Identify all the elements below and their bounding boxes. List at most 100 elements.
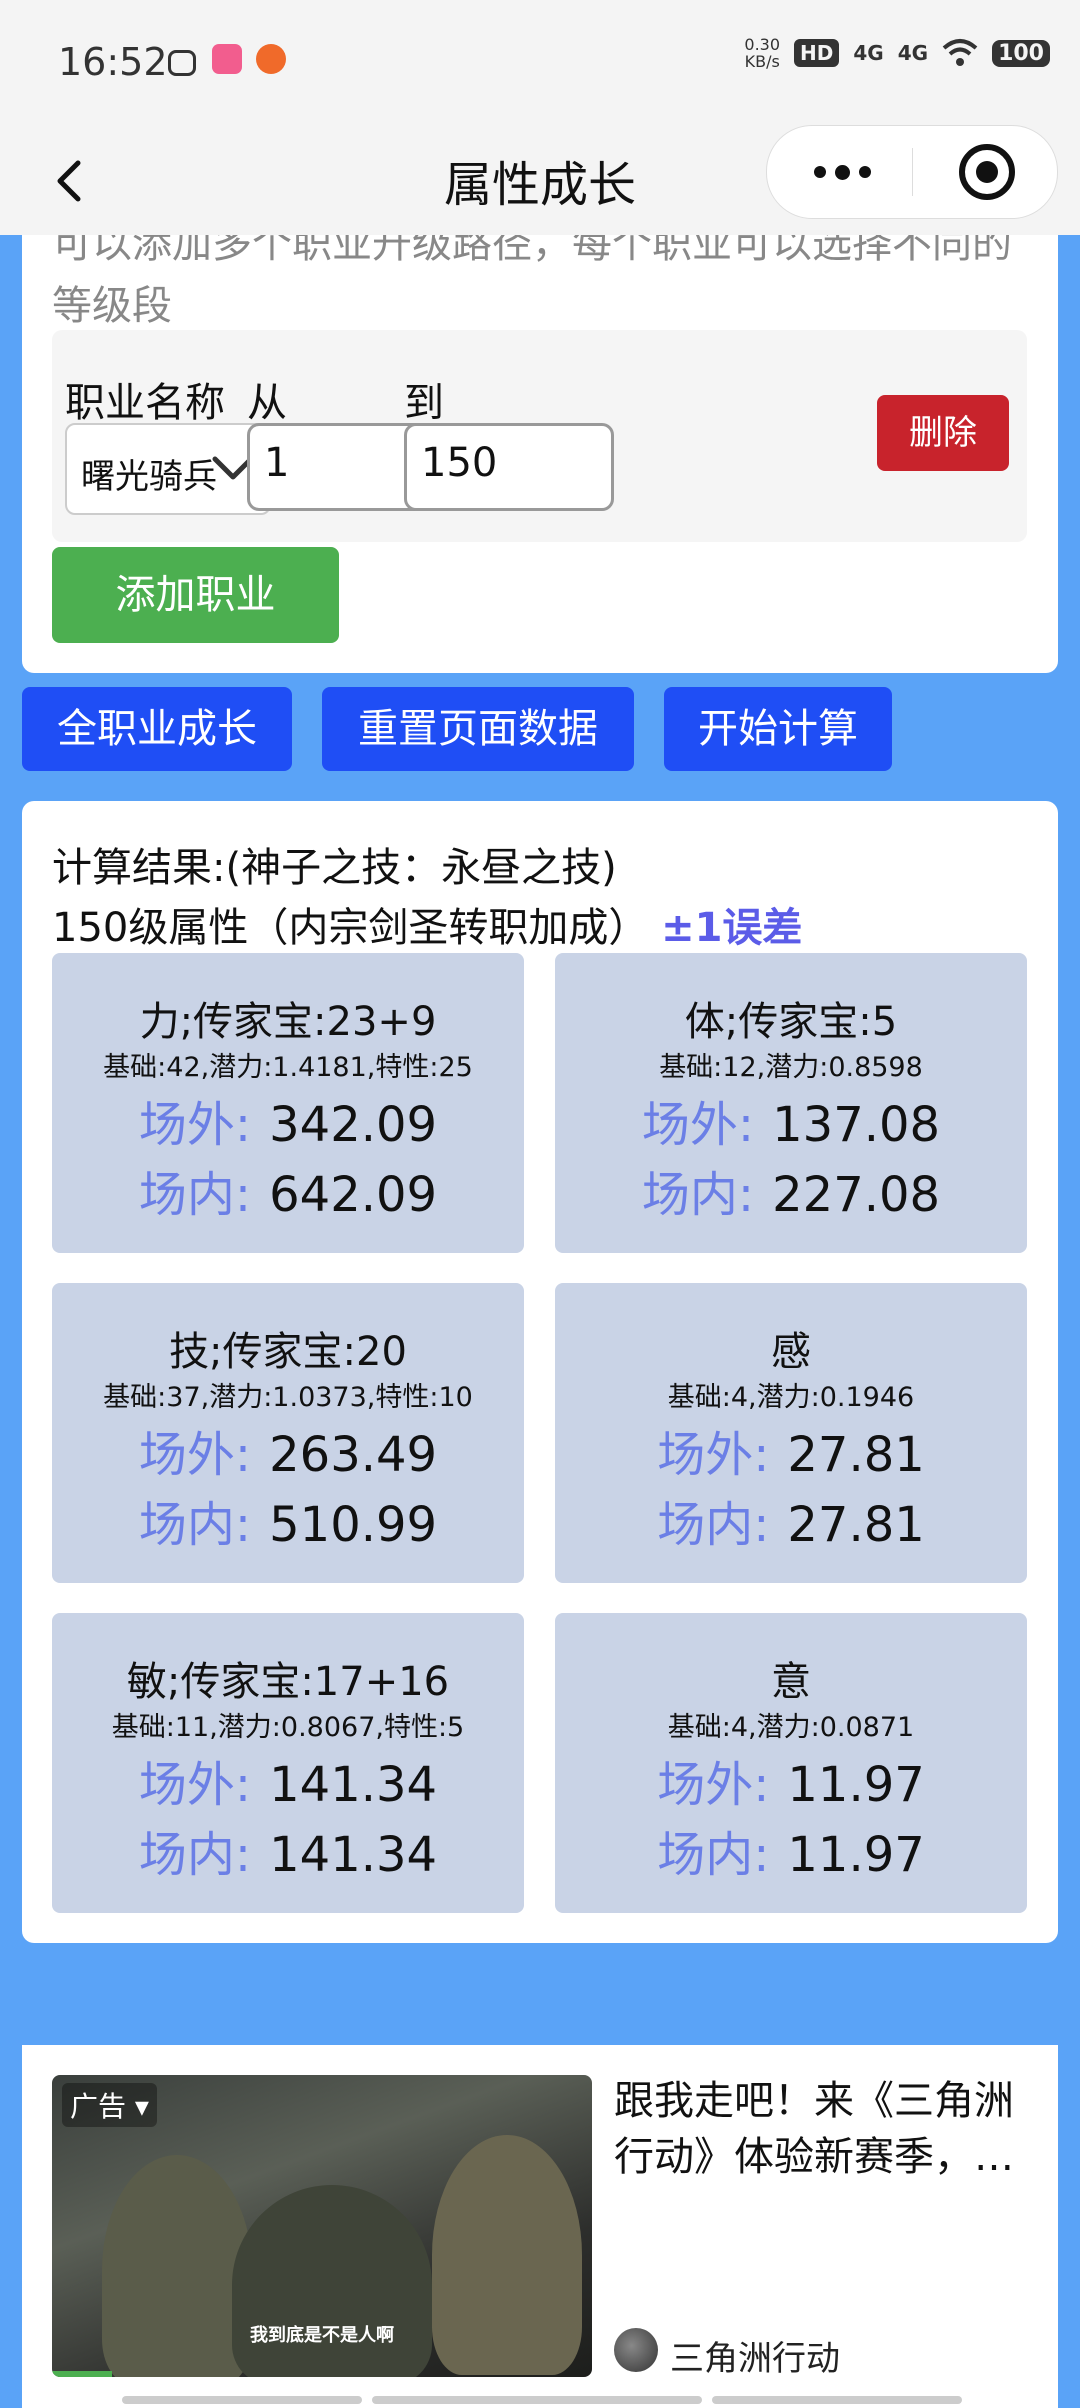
hd-icon: HD — [794, 39, 840, 67]
career-form-card: 可以添加多个职业升级路径，每个职业可以选择不同的等级段 职业名称 从 到 曙光骑… — [22, 235, 1058, 673]
stat-name: 技;传家宝:20 — [169, 1329, 407, 1375]
inside-label: 场内: — [657, 1497, 770, 1553]
pumpkin-app-icon — [256, 44, 286, 74]
net-speed-unit: KB/s — [744, 52, 780, 71]
inside-value: 27.81 — [787, 1497, 925, 1553]
from-label: 从 — [247, 380, 287, 426]
stat-inside: 场内: 141.34 — [52, 1815, 524, 1885]
stat-outside: 场外: 11.97 — [555, 1745, 1027, 1815]
outside-value: 27.81 — [787, 1427, 925, 1483]
stat-card-sense: 感 基础:4,潜力:0.1946 场外: 27.81 场内: 27.81 — [555, 1283, 1027, 1583]
stat-card-will: 意 基础:4,潜力:0.0871 场外: 11.97 场内: 11.97 — [555, 1613, 1027, 1913]
stat-base: 基础:12,潜力:0.8598 — [659, 1052, 923, 1083]
to-label: 到 — [404, 380, 444, 426]
capsule-divider — [912, 148, 913, 196]
stat-outside: 场外: 27.81 — [555, 1415, 1027, 1485]
stat-outside: 场外: 141.34 — [52, 1745, 524, 1815]
ad-title[interactable]: 跟我走吧！来《三角洲行动》体验新赛季，… — [614, 2073, 1044, 2185]
outside-value: 141.34 — [269, 1757, 438, 1813]
net-speed: 0.30 KB/s — [744, 36, 780, 70]
stat-inside: 场内: 11.97 — [555, 1815, 1027, 1885]
career-select[interactable]: 曙光骑兵 — [65, 423, 271, 515]
add-career-button[interactable]: 添加职业 — [52, 547, 339, 643]
wifi-icon — [942, 39, 978, 66]
career-select-value: 曙光骑兵 — [81, 457, 217, 497]
advertiser-avatar — [614, 2328, 658, 2372]
stat-card-agility: 敏;传家宝:17+16 基础:11,潜力:0.8067,特性:5 场外: 141.… — [52, 1613, 524, 1913]
inside-label: 场内: — [138, 1497, 252, 1553]
net-speed-value: 0.30 — [744, 35, 781, 54]
miniapp-capsule — [766, 125, 1058, 219]
stat-name: 感 — [771, 1329, 811, 1375]
inside-label: 场内: — [641, 1167, 755, 1223]
inside-label: 场内: — [138, 1827, 252, 1883]
stat-card-skill: 技;传家宝:20 基础:37,潜力:1.0373,特性:10 场外: 263.49… — [52, 1283, 524, 1583]
scroll-hint-3 — [712, 2396, 962, 2404]
stat-base: 基础:4,潜力:0.0871 — [667, 1712, 915, 1743]
nav-bar: 属性成长 — [0, 125, 1080, 235]
stat-name: 体;传家宝:5 — [684, 999, 898, 1045]
advertiser-name: 三角洲行动 — [670, 2339, 840, 2379]
all-growth-button[interactable]: 全职业成长 — [22, 687, 292, 771]
ad-image[interactable]: 广告 ▾ 我到底是不是人啊 — [52, 2075, 592, 2377]
outside-label: 场外: — [657, 1757, 770, 1813]
to-level-input[interactable]: 150 — [404, 423, 614, 511]
stat-inside: 场内: 510.99 — [52, 1485, 524, 1555]
results-title: 计算结果:(神子之技：永昼之技) — [52, 845, 617, 891]
ad-figure-center — [232, 2185, 432, 2377]
outside-label: 场外: — [138, 1757, 252, 1813]
stat-outside: 场外: 137.08 — [555, 1085, 1027, 1155]
outside-value: 137.08 — [772, 1097, 941, 1153]
career-description: 可以添加多个职业升级路径，每个职业可以选择不同的等级段 — [52, 235, 1012, 329]
inside-value: 642.09 — [269, 1167, 438, 1223]
battery-icon: 100 — [992, 39, 1050, 67]
more-icon[interactable] — [807, 154, 877, 190]
error-note: ±1误差 — [661, 905, 803, 951]
scroll-hint — [122, 2396, 362, 2404]
outside-label: 场外: — [138, 1097, 252, 1153]
inside-value: 141.34 — [269, 1827, 438, 1883]
ad-progress — [52, 2371, 112, 2377]
reset-data-button[interactable]: 重置页面数据 — [322, 687, 634, 771]
stat-inside: 场内: 227.08 — [555, 1155, 1027, 1225]
scroll-hint-2 — [372, 2396, 702, 2404]
stat-inside: 场内: 27.81 — [555, 1485, 1027, 1555]
stat-base: 基础:11,潜力:0.8067,特性:5 — [111, 1712, 465, 1743]
status-bar: 16:52 0.30 KB/s HD 4G 4G 100 — [0, 0, 1080, 125]
stat-name: 意 — [771, 1659, 811, 1705]
stat-card-strength: 力;传家宝:23+9 基础:42,潜力:1.4181,特性:25 场外: 342.… — [52, 953, 524, 1253]
outside-label: 场外: — [657, 1427, 770, 1483]
delete-career-button[interactable]: 删除 — [877, 395, 1009, 471]
ad-tag[interactable]: 广告 ▾ — [62, 2083, 157, 2127]
video-app-icon — [212, 44, 242, 74]
clock: 16:52 — [58, 40, 168, 84]
stat-name: 敏;传家宝:17+16 — [126, 1659, 450, 1705]
ad-card[interactable]: 广告 ▾ 我到底是不是人啊 跟我走吧！来《三角洲行动》体验新赛季，… 三角洲行动 — [22, 2045, 1058, 2408]
start-calc-button[interactable]: 开始计算 — [664, 687, 892, 771]
stat-name: 力;传家宝:23+9 — [139, 999, 437, 1045]
stat-base: 基础:37,潜力:1.0373,特性:10 — [103, 1382, 473, 1413]
tv-app-icon — [168, 50, 196, 76]
outside-value: 263.49 — [269, 1427, 438, 1483]
results-card: 计算结果:(神子之技：永昼之技) 150级属性（内宗剑圣转职加成） ±1误差 力… — [22, 801, 1058, 1943]
signal-4g-icon-2: 4G — [897, 41, 929, 65]
ad-tag-label: 广告 — [70, 2090, 127, 2123]
signal-4g-icon: 4G — [853, 41, 884, 65]
stat-base: 基础:42,潜力:1.4181,特性:25 — [103, 1052, 473, 1083]
stat-inside: 场内: 642.09 — [52, 1155, 524, 1225]
close-miniapp-icon[interactable] — [959, 144, 1015, 200]
results-subtitle-text: 150级属性（内宗剑圣转职加成） — [52, 905, 649, 951]
stat-card-body: 体;传家宝:5 基础:12,潜力:0.8598 场外: 137.08 场内: 227… — [555, 953, 1027, 1253]
outside-label: 场外: — [641, 1097, 755, 1153]
inside-value: 11.97 — [787, 1827, 925, 1883]
career-name-label: 职业名称 — [65, 380, 225, 426]
ad-caption: 我到底是不是人啊 — [250, 2325, 394, 2346]
inside-value: 510.99 — [269, 1497, 438, 1553]
stat-outside: 场外: 342.09 — [52, 1085, 524, 1155]
inside-label: 场内: — [657, 1827, 770, 1883]
outside-value: 342.09 — [269, 1097, 438, 1153]
inside-label: 场内: — [138, 1167, 252, 1223]
outside-label: 场外: — [138, 1427, 252, 1483]
status-indicators: 0.30 KB/s HD 4G 4G 100 — [744, 36, 1050, 70]
results-subtitle: 150级属性（内宗剑圣转职加成） ±1误差 — [52, 895, 802, 953]
